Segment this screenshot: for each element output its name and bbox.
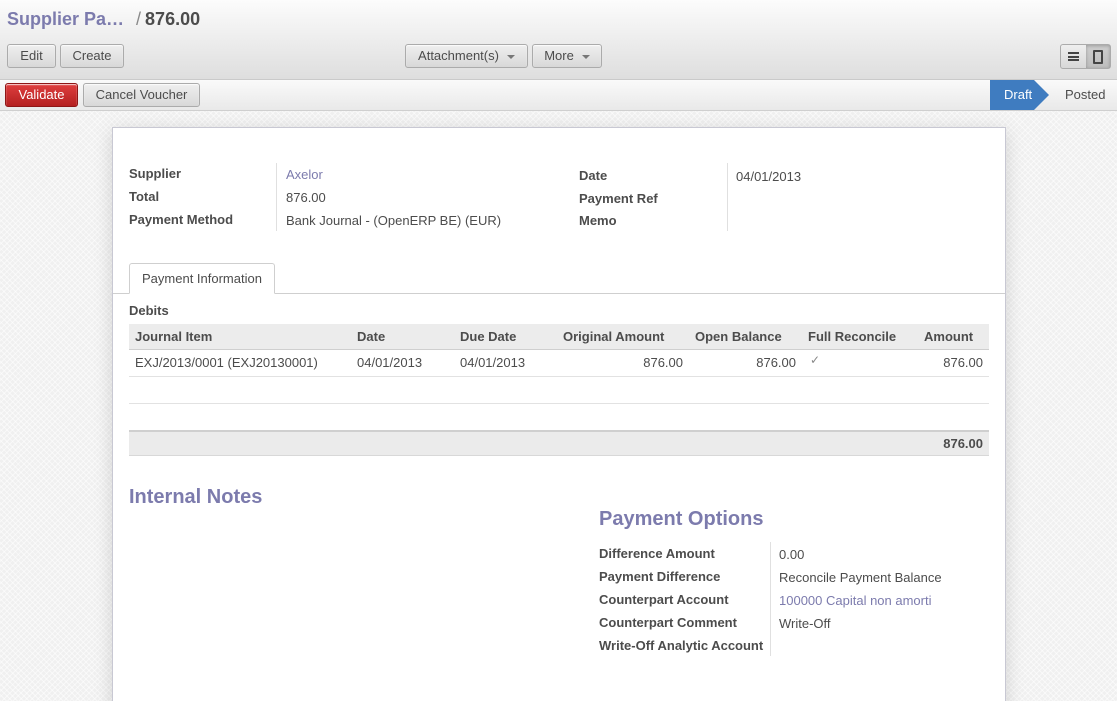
breadcrumb-parent-link[interactable]: Supplier Pa… bbox=[7, 9, 124, 29]
supplier-label: Supplier bbox=[129, 166, 182, 181]
counterpart-account-label: Counterpart Account bbox=[599, 592, 729, 607]
payment-ref-label: Payment Ref bbox=[579, 191, 658, 206]
breadcrumb-separator: / bbox=[136, 9, 142, 29]
payment-difference-value: Reconcile Payment Balance bbox=[779, 570, 942, 585]
cell-original-amount: 876.00 bbox=[643, 355, 683, 370]
counterpart-comment-label: Counterpart Comment bbox=[599, 615, 737, 630]
field-divider bbox=[770, 542, 771, 656]
payment-method-value: Bank Journal - (OpenERP BE) (EUR) bbox=[286, 213, 502, 228]
cell-due-date: 04/01/2013 bbox=[460, 355, 526, 370]
list-icon bbox=[1067, 52, 1079, 61]
attachments-dropdown[interactable]: Attachment(s) bbox=[405, 44, 528, 68]
full-reconcile-checkbox[interactable]: ✓ bbox=[810, 353, 820, 367]
column-amount[interactable]: Amount bbox=[924, 329, 973, 344]
edit-button[interactable]: Edit bbox=[7, 44, 56, 68]
form-sheet: Supplier Total Payment Method Axelor 876… bbox=[112, 127, 1006, 701]
stage-draft[interactable]: Draft bbox=[990, 80, 1034, 110]
debits-total-value: 876.00 bbox=[943, 436, 983, 451]
column-due-date[interactable]: Due Date bbox=[460, 329, 516, 344]
payment-method-label: Payment Method bbox=[129, 212, 234, 227]
writeoff-analytic-account-label: Write-Off Analytic Account bbox=[599, 638, 764, 653]
column-date[interactable]: Date bbox=[357, 329, 385, 344]
cell-open-balance: 876.00 bbox=[756, 355, 796, 370]
breadcrumb-current: 876.00 bbox=[145, 9, 201, 29]
supplier-link[interactable]: Axelor bbox=[286, 167, 323, 182]
field-divider bbox=[276, 163, 277, 231]
more-dropdown[interactable]: More bbox=[532, 44, 602, 68]
column-full-reconcile[interactable]: Full Reconcile bbox=[808, 329, 896, 344]
column-open-balance[interactable]: Open Balance bbox=[695, 329, 782, 344]
row-divider bbox=[129, 403, 989, 404]
field-divider bbox=[727, 163, 728, 231]
payment-options-title: Payment Options bbox=[599, 508, 764, 530]
cell-amount: 876.00 bbox=[943, 355, 983, 370]
cancel-voucher-button[interactable]: Cancel Voucher bbox=[83, 83, 200, 107]
breadcrumb: Supplier Pa… /876.00 bbox=[7, 8, 200, 30]
stage-posted[interactable]: Posted bbox=[1065, 80, 1105, 110]
form-view-button[interactable] bbox=[1085, 45, 1110, 68]
debits-total-row bbox=[129, 430, 989, 456]
date-label: Date bbox=[579, 168, 608, 183]
difference-amount-label: Difference Amount bbox=[599, 546, 715, 561]
list-view-button[interactable] bbox=[1061, 45, 1086, 68]
control-panel: Supplier Pa… /876.00 Edit Create Attachme… bbox=[0, 0, 1117, 80]
create-button[interactable]: Create bbox=[60, 44, 124, 68]
chevron-down-icon bbox=[581, 54, 590, 59]
column-original-amount[interactable]: Original Amount bbox=[563, 329, 664, 344]
validate-button[interactable]: Validate bbox=[5, 83, 78, 107]
cell-date: 04/01/2013 bbox=[357, 355, 423, 370]
internal-notes-title: Internal Notes bbox=[129, 486, 263, 508]
counterpart-comment-value: Write-Off bbox=[779, 616, 831, 631]
row-divider bbox=[129, 376, 989, 377]
form-icon bbox=[1092, 49, 1103, 64]
debits-title: Debits bbox=[129, 303, 169, 318]
chevron-down-icon bbox=[506, 54, 515, 59]
statusbar: Validate Cancel Voucher Draft Posted bbox=[0, 80, 1117, 111]
total-label: Total bbox=[129, 189, 160, 204]
memo-label: Memo bbox=[579, 213, 617, 228]
more-label: More bbox=[544, 48, 574, 63]
cell-journal-item[interactable]: EXJ/2013/0001 (EXJ20130001) bbox=[135, 355, 318, 370]
payment-difference-label: Payment Difference bbox=[599, 569, 721, 584]
difference-amount-value: 0.00 bbox=[779, 547, 805, 562]
column-journal-item[interactable]: Journal Item bbox=[135, 329, 212, 344]
date-value: 04/01/2013 bbox=[736, 169, 802, 184]
total-value: 876.00 bbox=[286, 190, 326, 205]
stage-arrow bbox=[1034, 80, 1049, 110]
counterpart-account-link[interactable]: 100000 Capital non amorti bbox=[779, 593, 932, 608]
view-switcher bbox=[1060, 44, 1111, 69]
attachments-label: Attachment(s) bbox=[418, 48, 499, 63]
tab-payment-information[interactable]: Payment Information bbox=[129, 263, 275, 294]
